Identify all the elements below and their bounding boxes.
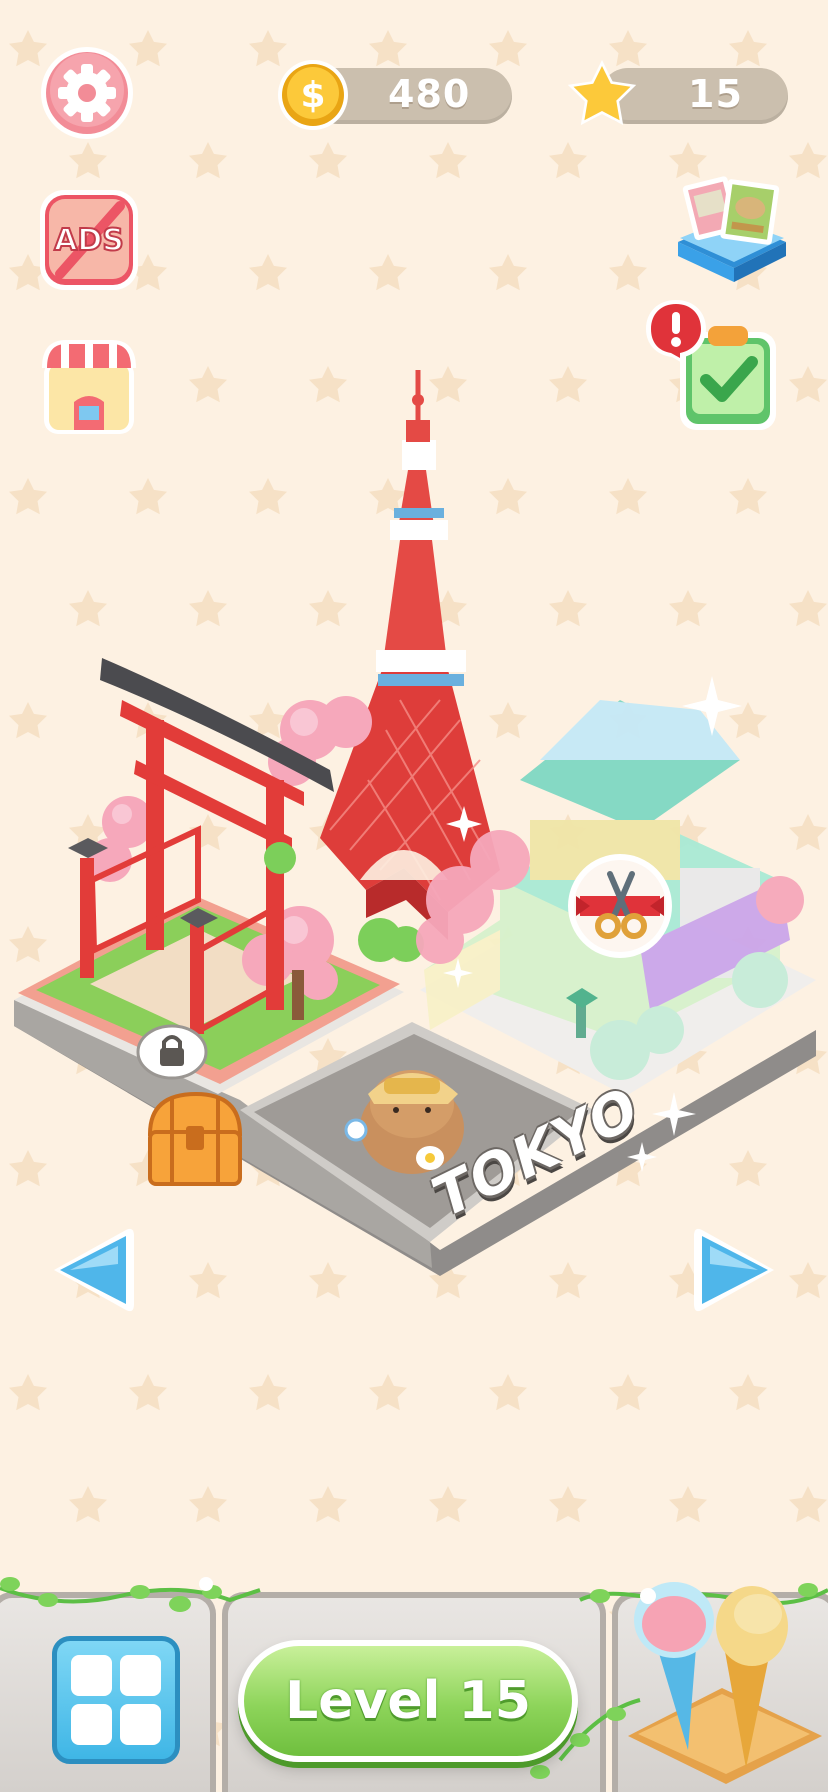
grid-menu-button[interactable] bbox=[52, 1636, 180, 1764]
alert-icon bbox=[646, 300, 706, 364]
game-screen: 480 $ 15 ADS TOKYO Level 15 bbox=[0, 0, 828, 1792]
star-icon bbox=[567, 60, 637, 126]
grid-menu-icon bbox=[71, 1655, 112, 1696]
no-ads-button[interactable]: ADS bbox=[38, 188, 140, 292]
ice-cream-button[interactable] bbox=[622, 1568, 828, 1792]
ice-cream-icon bbox=[628, 1582, 822, 1784]
stamp-album-button[interactable] bbox=[668, 168, 792, 286]
ribbon-scissors-icon bbox=[568, 854, 672, 958]
lock-icon bbox=[136, 1024, 208, 1080]
no-ads-icon: ADS bbox=[40, 190, 138, 290]
alert-badge bbox=[644, 298, 708, 366]
gear-icon bbox=[41, 47, 133, 139]
level-label: Level 15 bbox=[285, 1671, 531, 1731]
arrow-left-icon bbox=[54, 1228, 134, 1312]
settings-button[interactable] bbox=[38, 44, 136, 142]
arrow-right-icon bbox=[694, 1228, 774, 1312]
coin-icon: $ bbox=[278, 60, 348, 130]
coin-count: 480 bbox=[388, 72, 471, 116]
prev-city-button[interactable] bbox=[46, 1224, 136, 1316]
tokyo-diorama bbox=[14, 370, 816, 1276]
play-level-button[interactable]: Level 15 bbox=[238, 1640, 578, 1762]
next-city-button[interactable] bbox=[692, 1224, 782, 1316]
stamp-album-icon bbox=[678, 176, 786, 282]
star-count: 15 bbox=[688, 72, 743, 116]
ads-badge-text: ADS bbox=[54, 223, 124, 258]
svg-text:$: $ bbox=[300, 75, 325, 116]
treasure-chest-icon bbox=[147, 1091, 243, 1186]
